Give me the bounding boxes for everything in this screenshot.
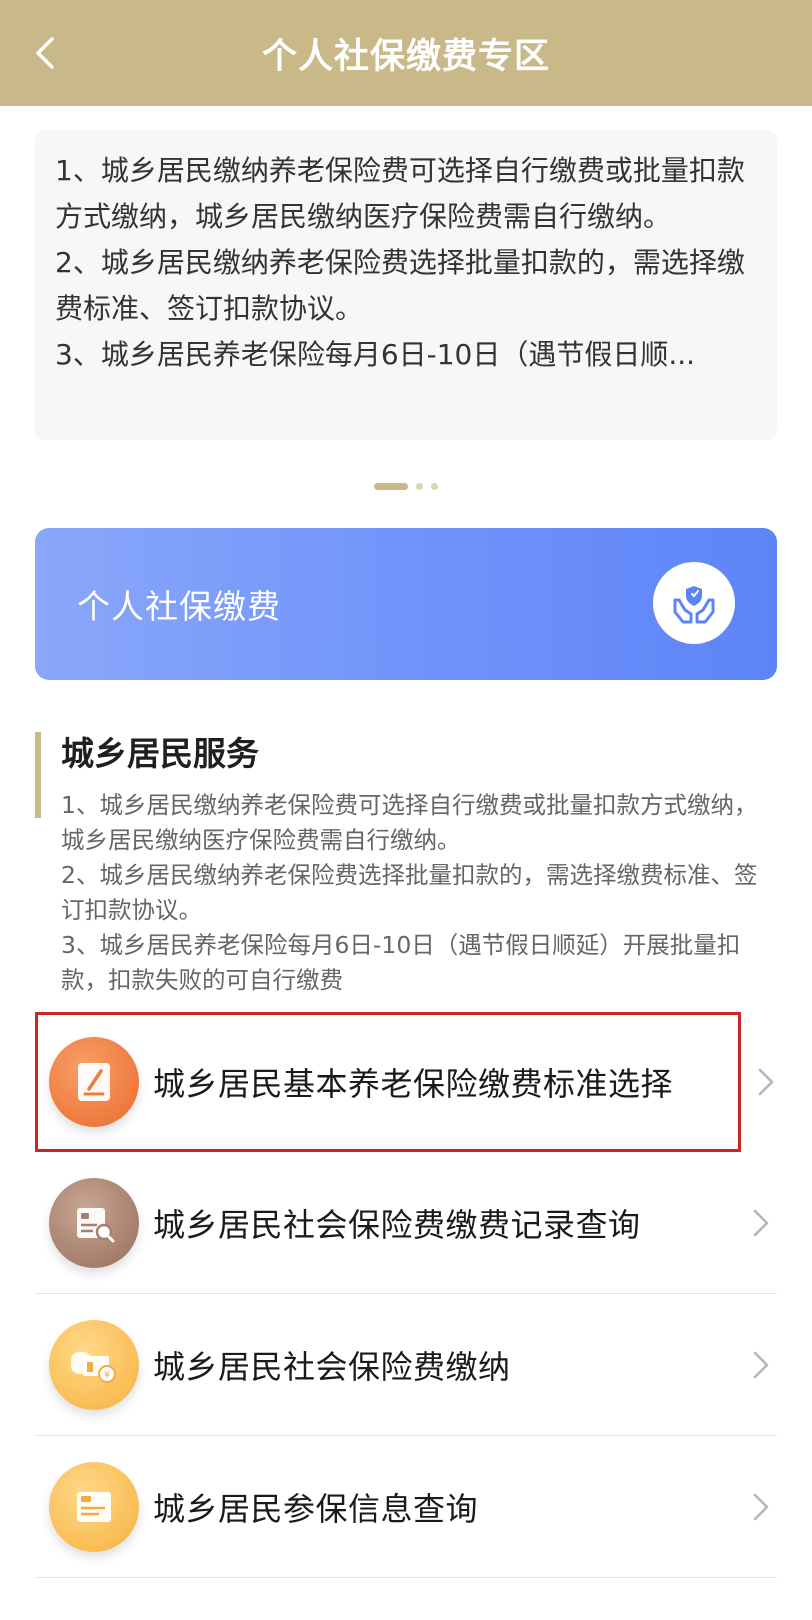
chevron-right-icon — [758, 1068, 774, 1096]
section-accent-bar — [35, 732, 41, 818]
info-card-icon — [49, 1461, 139, 1552]
service-list: 城乡居民基本养老保险缴费标准选择 城乡居民社会保险费缴费记录查询 ¥ 城乡居民社… — [35, 1012, 777, 1578]
service-insurance-payment[interactable]: ¥ 城乡居民社会保险费缴纳 — [35, 1294, 777, 1436]
section-title: 城乡居民服务 — [61, 734, 259, 773]
service-enrollment-info-query[interactable]: 城乡居民参保信息查询 — [35, 1436, 777, 1578]
notice-card: 1、城乡居民缴纳养老保险费可选择自行缴费或批量扣款方式缴纳，城乡居民缴纳医疗保险… — [35, 130, 777, 440]
chevron-right-icon — [753, 1493, 769, 1520]
section-description: 1、城乡居民缴纳养老保险费可选择自行缴费或批量扣款方式缴纳，城乡居民缴纳医疗保险… — [61, 788, 777, 998]
notice-line-3: 3、城乡居民养老保险每月6日-10日（遇节假日顺... — [55, 338, 696, 371]
top-nav-bar: 个人社保缴费专区 — [0, 0, 812, 106]
edit-document-icon — [49, 1037, 139, 1127]
page-title: 个人社保缴费专区 — [261, 36, 550, 77]
carousel-dot-1[interactable] — [374, 482, 408, 490]
section-desc-line-3: 3、城乡居民养老保险每月6日-10日（遇节假日顺延）开展批量扣款，扣款失败的可自… — [61, 931, 741, 994]
service-label: 城乡居民社会保险费缴费记录查询 — [153, 1205, 641, 1244]
carousel-dot-3[interactable] — [431, 482, 438, 490]
payment-icon: ¥ — [49, 1319, 139, 1410]
personal-social-security-payment-banner[interactable]: 个人社保缴费 — [35, 528, 777, 680]
service-label: 城乡居民基本养老保险缴费标准选择 — [153, 1065, 674, 1103]
carousel-dot-2[interactable] — [416, 482, 423, 490]
notice-line-2: 2、城乡居民缴纳养老保险费选择批量扣款的，需选择缴费标准、签订扣款协议。 — [55, 246, 745, 325]
back-arrow-icon[interactable] — [26, 33, 66, 73]
chevron-right-icon — [753, 1351, 769, 1378]
service-payment-record-query[interactable]: 城乡居民社会保险费缴费记录查询 — [35, 1152, 777, 1294]
chevron-right-icon — [753, 1209, 769, 1236]
service-label: 城乡居民社会保险费缴纳 — [153, 1347, 511, 1386]
svg-text:¥: ¥ — [104, 1370, 110, 1381]
carousel-indicator — [374, 482, 438, 490]
banner-label: 个人社保缴费 — [77, 587, 281, 626]
record-search-icon — [49, 1177, 139, 1268]
service-label: 城乡居民参保信息查询 — [153, 1489, 479, 1528]
section-desc-line-2: 2、城乡居民缴纳养老保险费选择批量扣款的，需选择缴费标准、签订扣款协议。 — [61, 861, 758, 924]
hands-shield-icon — [653, 562, 735, 644]
notice-line-1: 1、城乡居民缴纳养老保险费可选择自行缴费或批量扣款方式缴纳，城乡居民缴纳医疗保险… — [55, 154, 745, 233]
section-desc-line-1: 1、城乡居民缴纳养老保险费可选择自行缴费或批量扣款方式缴纳，城乡居民缴纳医疗保险… — [61, 791, 758, 854]
service-pension-standard-selection[interactable]: 城乡居民基本养老保险缴费标准选择 — [35, 1012, 774, 1152]
